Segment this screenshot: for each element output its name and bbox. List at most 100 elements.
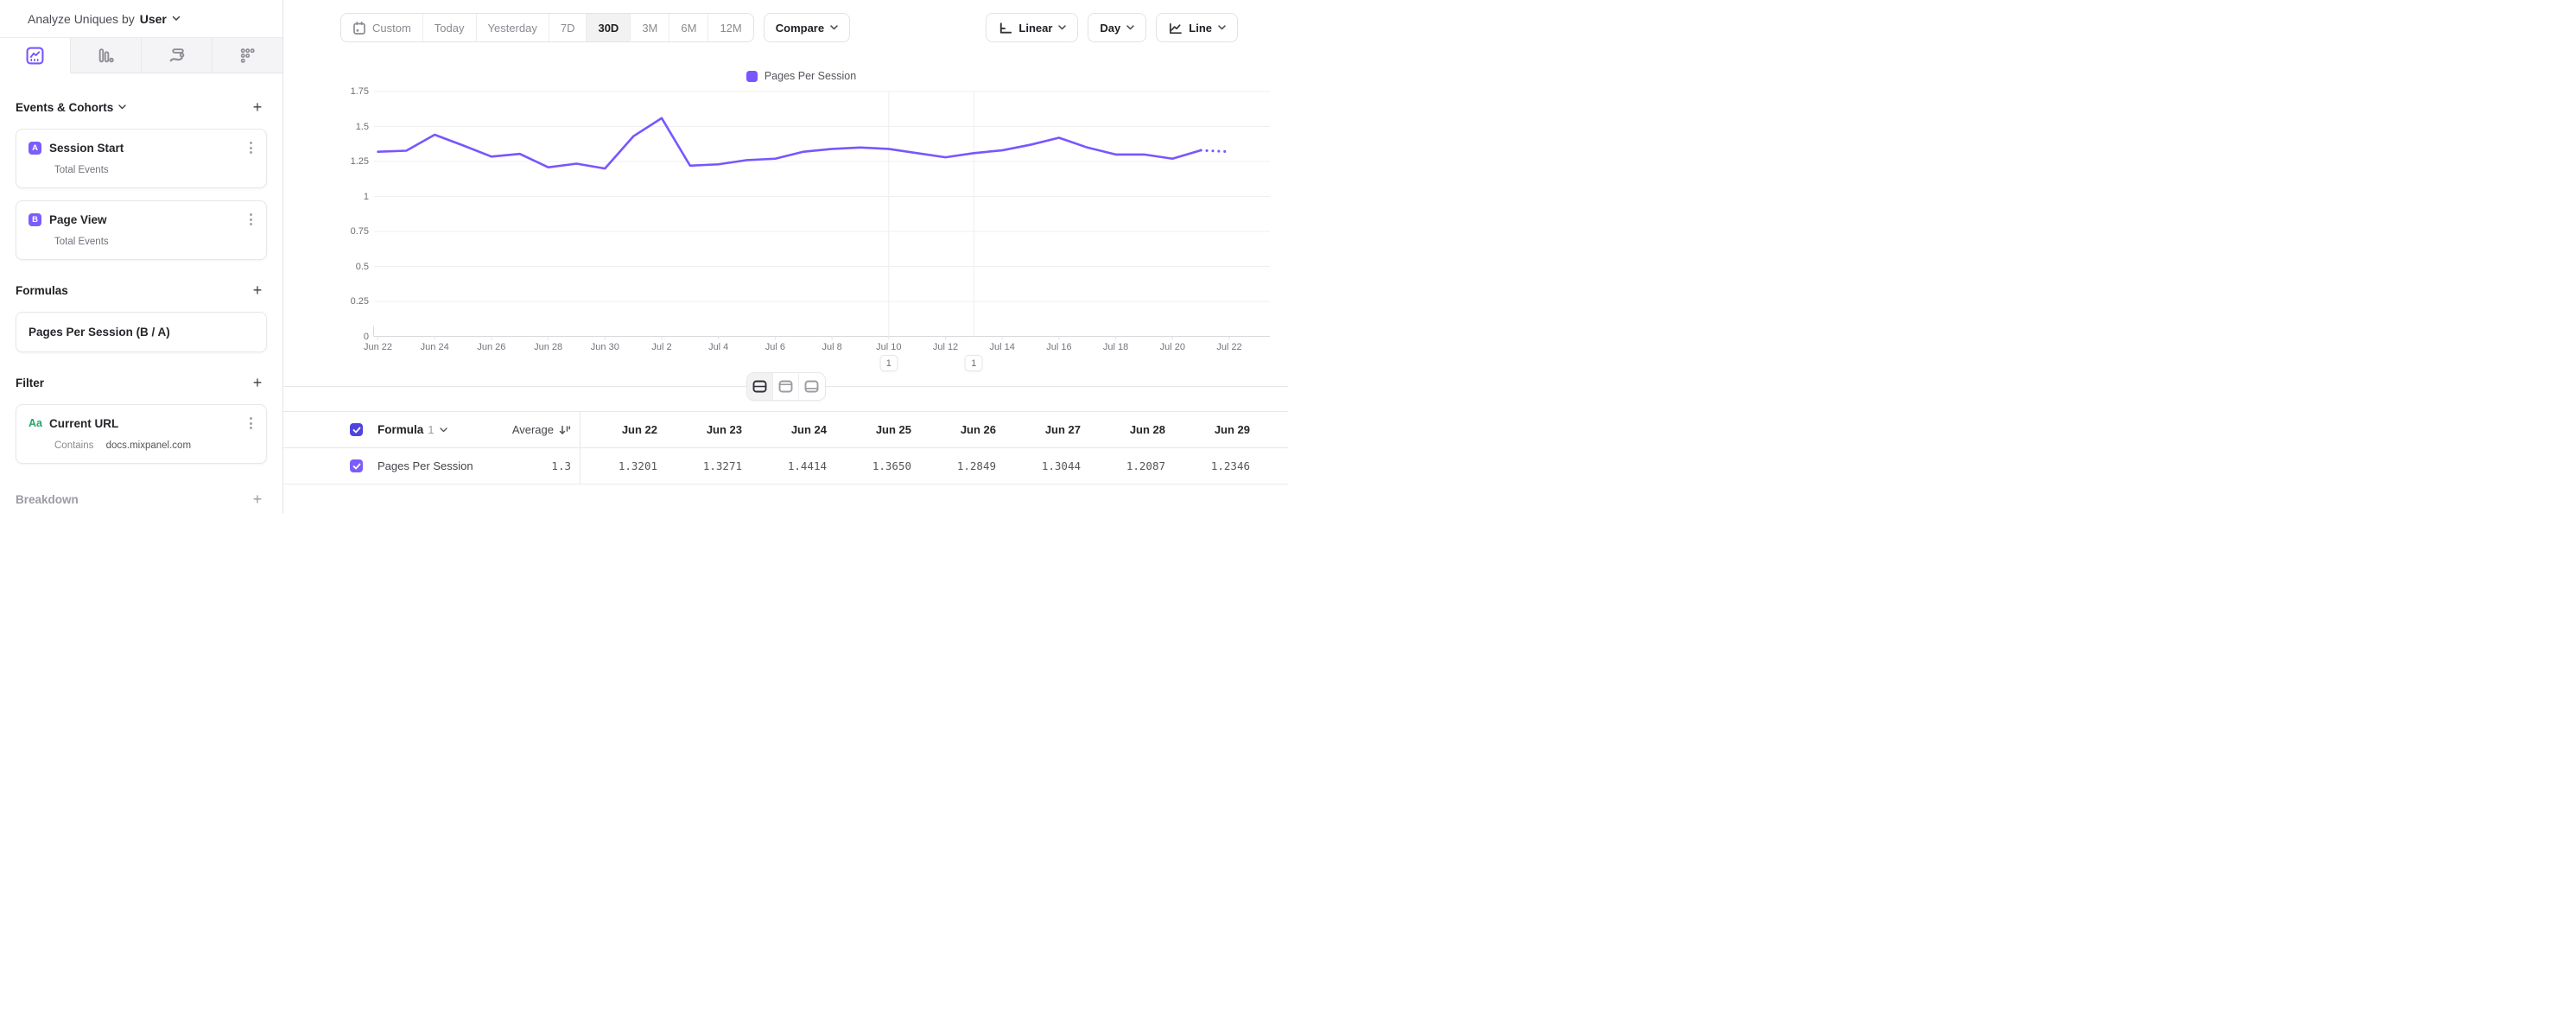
chart-type-select[interactable]: Line: [1156, 13, 1238, 42]
split-view-button[interactable]: [747, 373, 773, 400]
average-sort-header[interactable]: Average: [512, 423, 571, 436]
date-range-yesterday[interactable]: Yesterday: [477, 14, 549, 41]
analyze-entity-dropdown[interactable]: User: [140, 12, 167, 26]
layout-view-toggle: [746, 372, 826, 401]
filter-value[interactable]: docs.mixpanel.com: [106, 440, 191, 451]
legend-swatch: [746, 71, 758, 82]
chevron-down-icon[interactable]: [118, 104, 126, 110]
table-data-row[interactable]: Pages Per Session 1.3 1.3201 1.3271 1.44…: [283, 448, 1288, 484]
tab-retention[interactable]: [213, 38, 282, 73]
date-column-header[interactable]: Jun 24: [750, 412, 834, 447]
tab-flows[interactable]: [142, 38, 213, 73]
kebab-menu-icon[interactable]: [246, 415, 256, 431]
compare-button[interactable]: Compare: [764, 13, 850, 42]
formula-card[interactable]: Pages Per Session (B / A): [16, 312, 267, 352]
x-axis-label: Jun 22: [364, 342, 392, 352]
chart-view-button[interactable]: [773, 373, 799, 400]
flows-icon: [168, 47, 186, 65]
analyze-prefix-label: Analyze Uniques by: [28, 12, 135, 26]
kebab-menu-icon[interactable]: [246, 140, 256, 155]
y-axis-label: 0.75: [283, 226, 369, 237]
table-view-button[interactable]: [799, 373, 825, 400]
event-badge-b: B: [29, 213, 41, 226]
date-range-12m[interactable]: 12M: [708, 14, 752, 41]
date-column-header[interactable]: Jun 23: [665, 412, 750, 447]
annotation-chip[interactable]: 1: [879, 355, 898, 371]
table-header-row: Formula 1 Average: [283, 412, 1288, 448]
insights-line-chart-icon: [26, 47, 44, 65]
date-range-3m[interactable]: 3M: [631, 14, 669, 41]
add-formula-button[interactable]: +: [248, 281, 267, 300]
date-range-custom[interactable]: Custom: [341, 14, 423, 41]
chart-toolbar: Custom Today Yesterday 7D 30D 3M 6M 12M …: [340, 13, 1238, 42]
table-view-icon: [804, 380, 819, 393]
date-range-6m[interactable]: 6M: [669, 14, 708, 41]
split-view-icon: [752, 380, 767, 393]
chevron-down-icon: [172, 16, 181, 22]
event-card-page-view[interactable]: B Page View Total Events: [16, 200, 267, 260]
date-column-header[interactable]: Jun 26: [919, 412, 1004, 447]
y-axis-label: 1.75: [283, 86, 369, 97]
average-value: 1.3: [551, 459, 571, 472]
event-measure[interactable]: Total Events: [54, 165, 256, 175]
x-axis-label: Jul 20: [1160, 342, 1185, 352]
date-range-today[interactable]: Today: [423, 14, 477, 41]
chevron-down-icon: [1126, 25, 1134, 30]
x-axis-label: Jun 30: [591, 342, 619, 352]
formula-column-header[interactable]: Formula: [378, 423, 423, 436]
filter-section-header: Filter +: [16, 373, 267, 392]
date-range-label: 3M: [642, 22, 657, 35]
filter-operator[interactable]: Contains: [54, 440, 93, 451]
date-range-segmented-control: Custom Today Yesterday 7D 30D 3M 6M 12M: [340, 13, 754, 42]
date-range-7d[interactable]: 7D: [549, 14, 587, 41]
chevron-down-icon: [1218, 25, 1226, 30]
select-all-checkbox[interactable]: [350, 423, 363, 436]
sort-descending-icon: [559, 424, 571, 436]
breakdown-section-header: Breakdown +: [16, 490, 267, 509]
y-axis-label: 0.5: [283, 262, 369, 272]
event-card-session-start[interactable]: A Session Start Total Events: [16, 129, 267, 188]
query-builder-sidebar: Analyze Uniques by User: [0, 0, 283, 513]
date-column-header[interactable]: Jun 27: [1004, 412, 1088, 447]
filter-section-title: Filter: [16, 377, 44, 390]
data-cell: 1.4414: [750, 448, 834, 484]
x-axis-label: Jul 2: [651, 342, 671, 352]
date-range-label: 6M: [681, 22, 696, 35]
filter-card-current-url[interactable]: Aa Current URL Contains docs.mixpanel.co…: [16, 404, 267, 464]
date-range-label: Yesterday: [488, 22, 537, 35]
event-measure[interactable]: Total Events: [54, 237, 256, 247]
x-axis-label: Jul 4: [708, 342, 728, 352]
x-axis-label: Jul 18: [1103, 342, 1128, 352]
x-axis-label: Jul 10: [876, 342, 901, 352]
series-checkbox[interactable]: [350, 459, 363, 472]
series-name: Pages Per Session: [378, 459, 473, 472]
date-column-header[interactable]: Jun 29: [1173, 412, 1258, 447]
tab-funnels[interactable]: [71, 38, 142, 73]
date-range-30d[interactable]: 30D: [587, 14, 631, 41]
add-filter-button[interactable]: +: [248, 373, 267, 392]
x-axis-label: Jul 6: [765, 342, 785, 352]
events-section-header: Events & Cohorts +: [16, 98, 267, 117]
date-range-label: 30D: [598, 22, 619, 35]
data-cell: 1.3271: [665, 448, 750, 484]
x-axis-label: Jul 8: [822, 342, 841, 352]
date-column-header[interactable]: Jun 22: [581, 412, 665, 447]
average-label: Average: [512, 423, 554, 436]
scale-select[interactable]: Linear: [986, 13, 1078, 42]
date-column-header[interactable]: Jun 25: [834, 412, 919, 447]
interval-label: Day: [1100, 22, 1120, 35]
chevron-down-icon[interactable]: [440, 428, 447, 433]
y-axis-label: 1.25: [283, 156, 369, 167]
date-range-label: 7D: [561, 22, 575, 35]
interval-select[interactable]: Day: [1088, 13, 1146, 42]
data-cell: 1.2346: [1173, 448, 1258, 484]
tab-insights[interactable]: [0, 38, 71, 73]
sidebar-content: Events & Cohorts + A Session Start Total…: [0, 98, 282, 509]
kebab-menu-icon[interactable]: [246, 212, 256, 227]
date-column-header[interactable]: Jun 28: [1088, 412, 1173, 447]
add-breakdown-button[interactable]: +: [248, 490, 267, 509]
scale-label: Linear: [1018, 22, 1052, 35]
add-event-button[interactable]: +: [248, 98, 267, 117]
annotation-chip[interactable]: 1: [965, 355, 983, 371]
data-cell: 1.2087: [1088, 448, 1173, 484]
